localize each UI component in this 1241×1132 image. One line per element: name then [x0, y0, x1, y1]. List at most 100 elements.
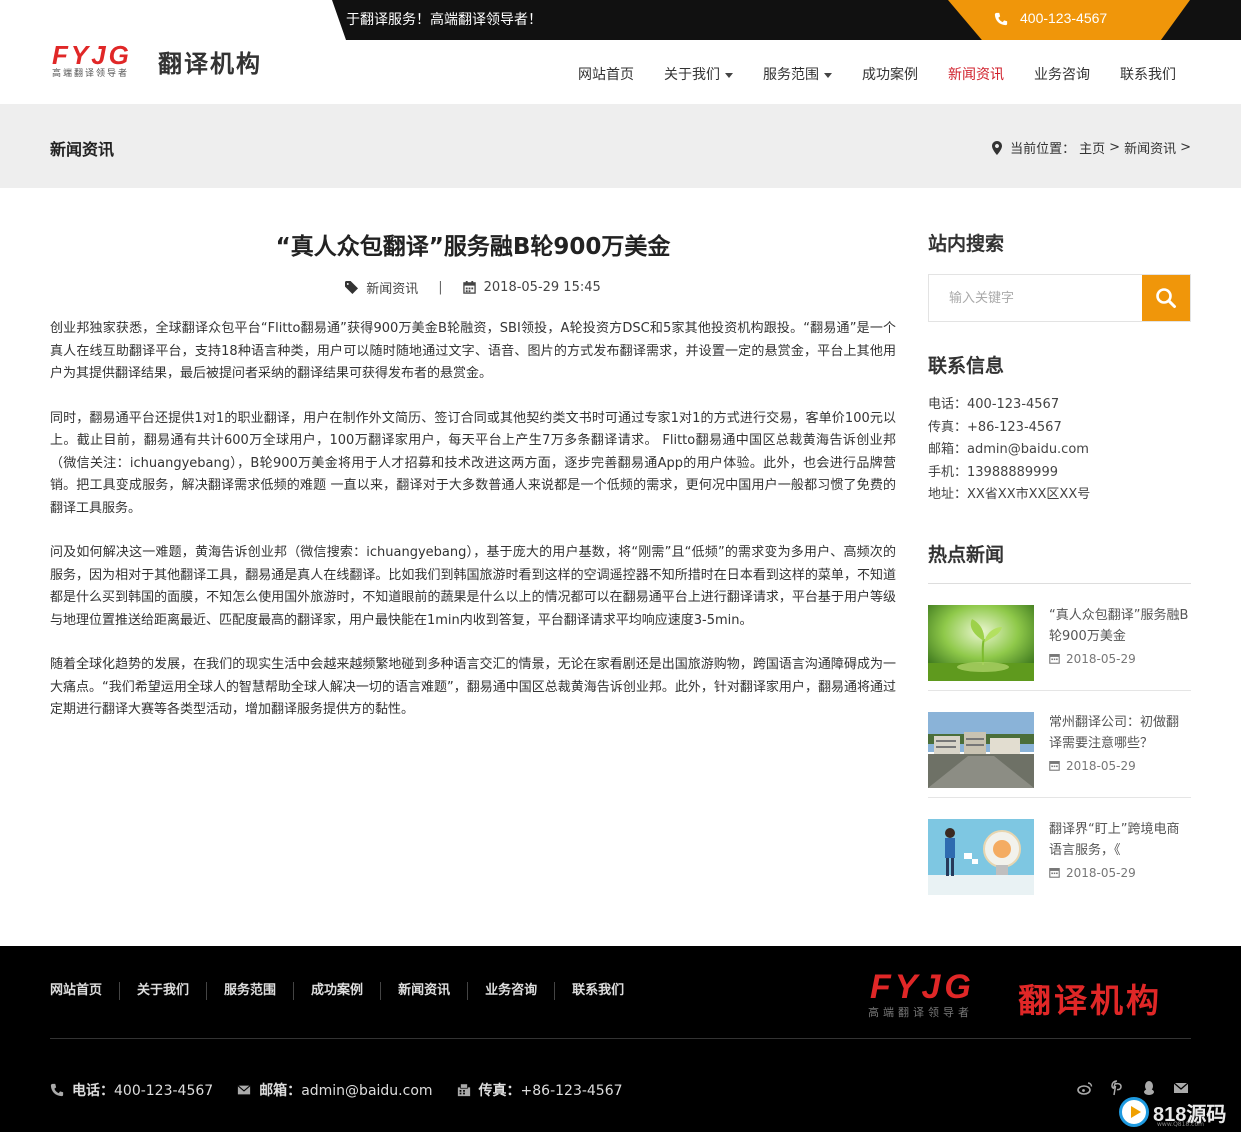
hot-news-title[interactable]: “真人众包翻译”服务融B轮900万美金	[1049, 605, 1191, 647]
top-bar-phone[interactable]: 400-123-4567	[948, 0, 1190, 40]
article-category[interactable]: 新闻资讯	[366, 278, 418, 297]
footer-nav-consult[interactable]: 业务咨询	[467, 982, 554, 1000]
article-paragraph: 创业邦独家获悉，全球翻译众包平台“Flitto翻易通”获得900万美金B轮融资，…	[50, 321, 896, 381]
article-paragraph: 随着全球化趋势的发展，在我们的现实生活中会越来越频繁地碰到多种语言交汇的情景，无…	[50, 657, 896, 717]
chevron-down-icon	[725, 72, 733, 78]
hot-news-date: 2018-05-29	[1066, 865, 1136, 880]
nav-news[interactable]: 新闻资讯	[933, 64, 1019, 86]
footer-nav-cases[interactable]: 成功案例	[293, 982, 380, 1000]
hot-news-date-row: 2018-05-29	[1049, 759, 1191, 773]
hot-news-date: 2018-05-29	[1066, 651, 1136, 666]
footer-phone-value: 400-123-4567	[114, 1083, 214, 1099]
hot-news-date-row: 2018-05-29	[1049, 866, 1191, 880]
hot-news-title[interactable]: 翻译界“盯上”跨境电商语言服务，《	[1049, 819, 1191, 861]
article-body: 创业邦独家获悉，全球翻译众包平台“Flitto翻易通”获得900万美金B轮融资，…	[50, 318, 896, 722]
nav-news-label: 新闻资讯	[948, 67, 1004, 83]
breadcrumb-separator: >	[1109, 140, 1121, 155]
calendar-icon	[1049, 761, 1060, 772]
footer-nav-services[interactable]: 服务范围	[206, 982, 293, 1000]
footer-logo[interactable]: FYJG 高端翻译领导者 翻译机构	[868, 968, 1188, 1024]
footer-nav-home[interactable]: 网站首页	[50, 982, 119, 1000]
contact-fax: 传真：+86-123-4567	[928, 419, 1062, 435]
footer-email-label: 邮箱：	[259, 1083, 302, 1099]
phone-icon	[994, 12, 1008, 26]
calendar-icon	[1049, 868, 1060, 879]
footer: 网站首页 关于我们 服务范围 成功案例 新闻资讯 业务咨询 联系我们 FYJG …	[0, 946, 1241, 1132]
article: “真人众包翻译”服务融B轮900万美金 新闻资讯 | 2018-05-29 15…	[50, 222, 896, 744]
hot-news-thumbnail[interactable]	[928, 604, 1034, 681]
search-heading: 站内搜索	[928, 233, 1005, 255]
nav-contact[interactable]: 联系我们	[1105, 64, 1191, 86]
nav-home-label: 网站首页	[578, 67, 634, 83]
play-icon	[1119, 1097, 1149, 1127]
nav-consult[interactable]: 业务咨询	[1019, 64, 1105, 86]
page-title: 新闻资讯	[50, 140, 115, 159]
hot-news-heading: 热点新闻	[928, 537, 1191, 584]
footer-nav-about[interactable]: 关于我们	[119, 982, 206, 1000]
breadcrumb-news[interactable]: 新闻资讯	[1124, 138, 1176, 157]
footer-email: 邮箱：admin@baidu.com	[237, 1080, 433, 1100]
logo-name: 翻译机构	[158, 50, 262, 78]
footer-logo-brand: FYJG	[870, 968, 975, 1006]
nav-contact-label: 联系我们	[1120, 67, 1176, 83]
footer-nav: 网站首页 关于我们 服务范围 成功案例 新闻资讯 业务咨询 联系我们	[50, 982, 641, 1000]
article-title: “真人众包翻译”服务融B轮900万美金	[275, 234, 671, 260]
envelope-icon	[237, 1085, 251, 1095]
hot-news-item[interactable]: 常州翻译公司：初做翻译需要注意哪些？ 2018-05-29	[928, 691, 1191, 798]
hot-news-thumbnail[interactable]	[928, 711, 1034, 788]
article-paragraph: 同时，翻易通平台还提供1对1的职业翻译，用户在制作外文简历、签订合同或其他契约类…	[50, 410, 896, 516]
contact-address: 地址：XX省XX市XX区XX号	[928, 487, 1091, 503]
hot-news-date: 2018-05-29	[1066, 758, 1136, 773]
chevron-down-icon	[824, 72, 832, 78]
contact-mobile: 手机：13988889999	[928, 464, 1058, 480]
nav-services-label: 服务范围	[763, 67, 819, 83]
logo-tagline: 高端翻译领导者	[52, 69, 130, 79]
breadcrumb-separator: >	[1180, 140, 1191, 155]
footer-fax-value: +86-123-4567	[520, 1083, 623, 1099]
nav-cases[interactable]: 成功案例	[847, 64, 933, 86]
search-icon	[1156, 288, 1176, 308]
weibo-icon[interactable]	[1077, 1080, 1093, 1096]
contact-phone: 电话：400-123-4567	[928, 397, 1060, 412]
contact-heading: 联系信息	[928, 355, 1005, 377]
footer-contact: 电话：400-123-4567 邮箱：admin@baidu.com 传真：+8…	[50, 1080, 623, 1100]
search-input[interactable]	[929, 275, 1142, 321]
hot-news-thumbnail[interactable]	[928, 818, 1034, 895]
hot-news-item[interactable]: 翻译界“盯上”跨境电商语言服务，《 2018-05-29	[928, 798, 1191, 905]
footer-nav-contact[interactable]: 联系我们	[554, 982, 641, 1000]
nav-about-label: 关于我们	[664, 67, 720, 83]
page-banner: 新闻资讯 当前位置： 主页 > 新闻资讯 >	[0, 104, 1241, 188]
breadcrumb: 当前位置： 主页 > 新闻资讯 >	[992, 138, 1191, 157]
contact-email: 邮箱：admin@baidu.com	[928, 442, 1089, 458]
main-nav: 网站首页 关于我们 服务范围 成功案例 新闻资讯 业务咨询 联系我们	[563, 64, 1191, 86]
watermark-subtext: www.Q818.com	[1157, 1121, 1204, 1128]
footer-email-value: admin@baidu.com	[301, 1083, 433, 1099]
hot-news-item[interactable]: “真人众包翻译”服务融B轮900万美金 2018-05-29	[928, 584, 1191, 691]
sidebar: 站内搜索 联系信息 电话：400-123-4567 传真：+86-123-456…	[928, 226, 1191, 905]
article-datetime: 2018-05-29 15:45	[483, 279, 601, 295]
meta-separator: |	[438, 279, 443, 295]
breadcrumb-prefix: 当前位置：	[1010, 142, 1076, 157]
breadcrumb-home[interactable]: 主页	[1079, 138, 1105, 157]
article-paragraph: 问及如何解决这一难题，黄海告诉创业邦（微信搜索：ichuangyebang），基…	[50, 545, 896, 628]
nav-services[interactable]: 服务范围	[748, 64, 847, 86]
watermark-logo: 818源码 www.Q818.com	[1119, 1094, 1235, 1130]
tag-icon	[345, 280, 359, 294]
top-bar: 于翻译服务！高端翻译领导者！ 400-123-4567	[0, 0, 1241, 40]
site-logo[interactable]: FYJG 高端翻译领导者 翻译机构	[52, 40, 282, 84]
search-form	[928, 274, 1191, 322]
hot-news-title[interactable]: 常州翻译公司：初做翻译需要注意哪些？	[1049, 712, 1191, 754]
nav-consult-label: 业务咨询	[1034, 67, 1090, 83]
top-bar-phone-number: 400-123-4567	[1020, 10, 1108, 26]
nav-about[interactable]: 关于我们	[649, 64, 748, 86]
search-button[interactable]	[1142, 275, 1190, 321]
contact-list: 电话：400-123-4567 传真：+86-123-4567 邮箱：admin…	[928, 394, 1191, 507]
nav-home[interactable]: 网站首页	[563, 64, 649, 86]
nav-cases-label: 成功案例	[862, 67, 918, 83]
footer-fax: 传真：+86-123-4567	[457, 1080, 623, 1100]
phone-icon	[50, 1083, 64, 1097]
hot-news-date-row: 2018-05-29	[1049, 652, 1191, 666]
footer-nav-news[interactable]: 新闻资讯	[380, 982, 467, 1000]
footer-phone-label: 电话：	[72, 1083, 114, 1099]
location-pin-icon	[992, 140, 1003, 155]
